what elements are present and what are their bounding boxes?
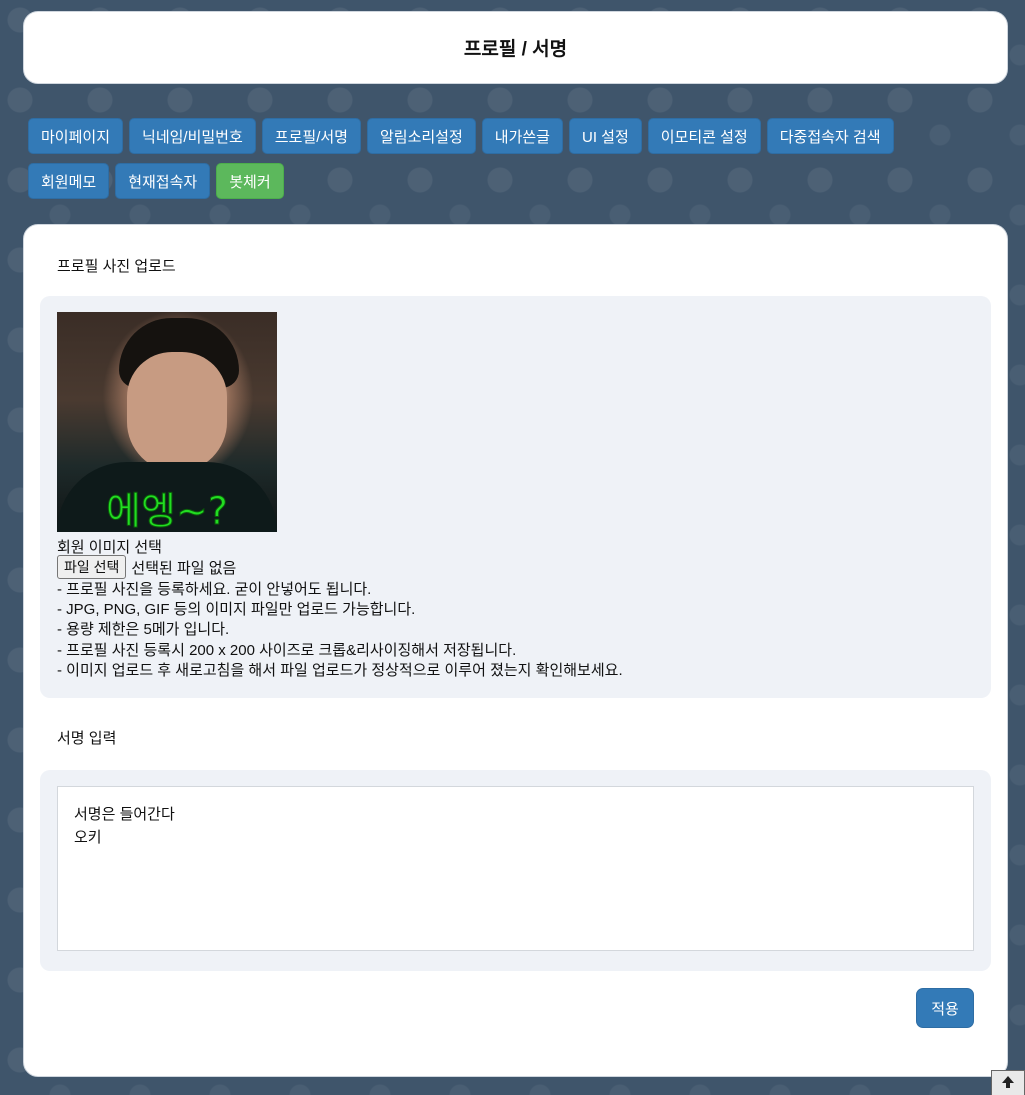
scroll-top-button[interactable] bbox=[991, 1070, 1025, 1095]
upload-note: - JPG, PNG, GIF 등의 이미지 파일만 업로드 가능합니다. bbox=[57, 601, 416, 619]
upload-notes: - 프로필 사진을 등록하세요. 굳이 안넣어도 됩니다. - JPG, PNG… bbox=[57, 580, 623, 681]
member-image-select-label: 회원 이미지 선택 bbox=[57, 539, 162, 556]
signature-panel: 서명은 들어간다 오키 bbox=[40, 770, 991, 971]
profile-upload-title: 프로필 사진 업로드 bbox=[57, 258, 176, 275]
nav-current-users-button[interactable]: 현재접속자 bbox=[115, 163, 211, 199]
page-title: 프로필 / 서명 bbox=[463, 39, 568, 60]
nav-ui-settings-button[interactable]: UI 설정 bbox=[568, 118, 642, 154]
file-select-button[interactable]: 파일 선택 bbox=[57, 555, 127, 579]
upload-note: - 프로필 사진 등록시 200 x 200 사이즈로 크롭&리사이징해서 저장… bbox=[57, 641, 517, 659]
nav-notification-sound-button[interactable]: 알림소리설정 bbox=[366, 118, 476, 154]
nav-member-memo-button[interactable]: 회원메모 bbox=[28, 163, 110, 199]
profile-image-caption: 에엥~? bbox=[106, 489, 229, 533]
file-status-text: 선택된 파일 없음 bbox=[131, 559, 237, 577]
file-input-row: 파일 선택 선택된 파일 없음 bbox=[57, 555, 236, 579]
profile-upload-panel: 에엥~? 회원 이미지 선택 파일 선택 선택된 파일 없음 - 프로필 사진을… bbox=[40, 296, 991, 698]
upload-note: - 이미지 업로드 후 새로고침을 해서 파일 업로드가 정상적으로 이루어 졌… bbox=[57, 661, 623, 679]
signature-textarea[interactable]: 서명은 들어간다 오키 bbox=[57, 786, 974, 951]
nav-profile-signature-button[interactable]: 프로필/서명 bbox=[261, 118, 361, 154]
settings-card: 프로필 사진 업로드 에엥~? 회원 이미지 선택 파일 선택 선택된 파일 없… bbox=[23, 224, 1008, 1077]
signature-title: 서명 입력 bbox=[57, 730, 117, 747]
upload-note: - 용량 제한은 5메가 입니다. bbox=[57, 621, 230, 639]
settings-nav: 마이페이지 닉네임/비밀번호 프로필/서명 알림소리설정 내가쓴글 UI 설정 … bbox=[28, 118, 988, 208]
nav-multi-user-search-button[interactable]: 다중접속자 검색 bbox=[766, 118, 894, 154]
nav-emoticon-settings-button[interactable]: 이모티콘 설정 bbox=[647, 118, 761, 154]
apply-button[interactable]: 적용 bbox=[916, 988, 974, 1028]
upload-note: - 프로필 사진을 등록하세요. 굳이 안넣어도 됩니다. bbox=[57, 581, 372, 598]
nav-bot-checker-button[interactable]: 봇체커 bbox=[216, 163, 284, 199]
nav-mypage-button[interactable]: 마이페이지 bbox=[28, 118, 124, 154]
nav-nickname-password-button[interactable]: 닉네임/비밀번호 bbox=[129, 118, 256, 154]
nav-my-posts-button[interactable]: 내가쓴글 bbox=[481, 118, 563, 154]
profile-image: 에엥~? bbox=[57, 312, 277, 532]
page-header: 프로필 / 서명 bbox=[23, 11, 1008, 84]
arrow-up-icon bbox=[1002, 1076, 1014, 1088]
